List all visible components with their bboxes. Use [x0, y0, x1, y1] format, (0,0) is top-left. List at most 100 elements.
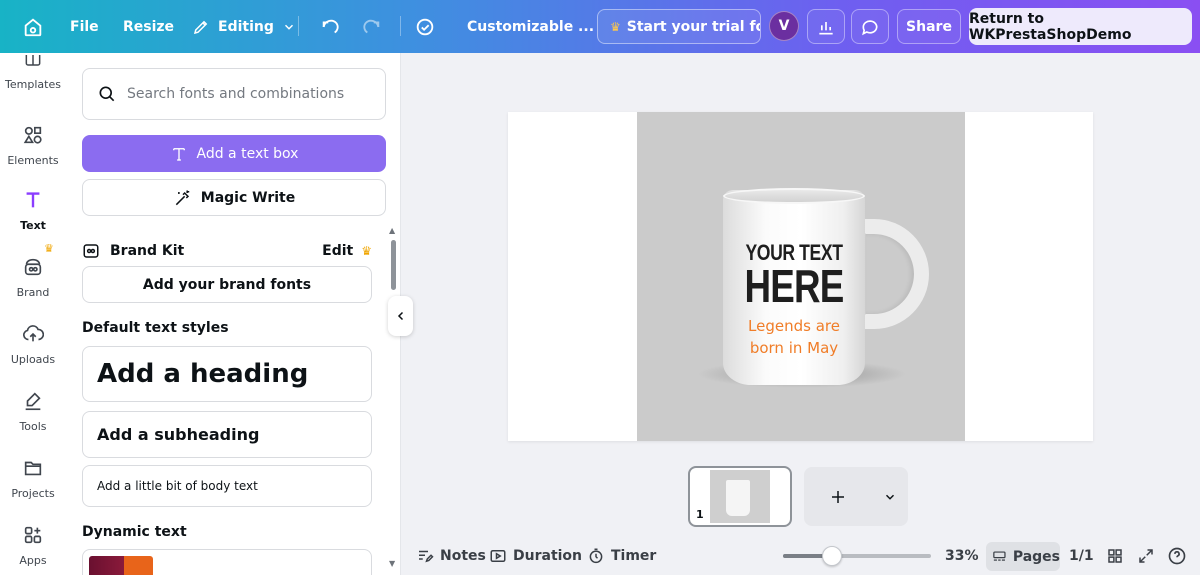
editing-label: Editing — [218, 18, 274, 35]
page-count: 1/1 — [1069, 548, 1094, 564]
zoom-slider-track[interactable] — [783, 554, 931, 558]
text-icon — [17, 184, 49, 216]
search-input[interactable] — [127, 86, 367, 102]
magic-write-label: Magic Write — [200, 189, 296, 206]
insights-button[interactable] — [807, 9, 845, 44]
pages-label: Pages — [1012, 548, 1060, 565]
notes-label: Notes — [440, 548, 486, 564]
mug-headline-line2[interactable]: HERE — [737, 260, 851, 312]
bar-chart-icon — [819, 21, 833, 34]
rail-label-elements: Elements — [7, 154, 59, 167]
rail-item-tools[interactable]: Tools — [0, 385, 66, 433]
duration-icon — [490, 550, 506, 562]
rail-label-tools: Tools — [19, 420, 47, 433]
rail-label-projects: Projects — [11, 487, 55, 500]
redo-icon — [363, 19, 380, 33]
apps-icon — [17, 519, 49, 551]
grid-icon — [1108, 549, 1122, 563]
scroll-up-arrow[interactable]: ▲ — [389, 226, 395, 235]
panel-scrollbar[interactable] — [391, 240, 396, 290]
left-nav-rail: Templates Elements Text ♛ Brand Uploads … — [0, 53, 66, 575]
upload-icon — [17, 318, 49, 350]
help-button[interactable] — [1167, 537, 1187, 575]
rail-label-text: Text — [20, 219, 46, 232]
cloud-check-icon — [416, 18, 434, 35]
duration-button[interactable]: Duration — [489, 537, 582, 575]
magic-write-button[interactable]: Magic Write — [82, 179, 386, 216]
zoom-level[interactable]: 33% — [945, 537, 979, 575]
home-button[interactable] — [22, 0, 44, 53]
dynamic-text-title: Dynamic text — [82, 524, 187, 540]
return-to-store-button[interactable]: Return to WKPrestaShopDemo — [969, 8, 1192, 45]
timer-button[interactable]: Timer — [587, 537, 656, 575]
text-icon — [172, 147, 185, 161]
add-text-box-label: Add a text box — [196, 145, 299, 162]
share-button[interactable]: Share — [897, 9, 961, 44]
template-icon — [17, 55, 49, 75]
page-thumbnail-preview — [710, 470, 770, 523]
trial-label: Start your trial fo... — [626, 18, 760, 35]
rail-item-uploads[interactable]: Uploads — [0, 318, 66, 366]
rail-item-templates[interactable]: Templates — [0, 55, 66, 91]
chevron-down-icon — [885, 494, 895, 500]
resize-button[interactable]: Resize — [123, 0, 174, 53]
home-icon — [24, 17, 42, 36]
crown-icon: ♛ — [361, 244, 372, 258]
tools-icon — [17, 385, 49, 417]
add-subheading-card[interactable]: Add a subheading — [82, 411, 372, 458]
rail-item-elements[interactable]: Elements — [0, 119, 66, 167]
add-page-options-button[interactable] — [883, 490, 897, 504]
comment-icon — [862, 19, 878, 35]
pages-button[interactable]: Pages — [986, 542, 1060, 571]
comments-button[interactable] — [851, 9, 889, 44]
grid-view-button[interactable] — [1106, 537, 1124, 575]
save-status-button[interactable] — [414, 0, 436, 53]
notes-button[interactable]: Notes — [416, 537, 486, 575]
zoom-slider-handle[interactable] — [821, 546, 842, 566]
search-icon — [99, 86, 115, 102]
body-text-label: Add a little bit of body text — [97, 479, 258, 493]
rail-label-brand: Brand — [16, 286, 50, 299]
design-title[interactable]: Customizable ... — [467, 0, 594, 53]
fullscreen-button[interactable] — [1137, 537, 1155, 575]
collapse-panel-button[interactable] — [388, 296, 413, 336]
undo-button[interactable] — [320, 0, 342, 53]
add-page-button[interactable] — [829, 488, 847, 506]
folder-icon — [17, 452, 49, 484]
mug-image[interactable]: YOUR TEXT HERE Legends are born in May — [637, 112, 965, 441]
add-brand-fonts-button[interactable]: Add your brand fonts — [82, 266, 372, 303]
editing-mode-dropdown[interactable]: Editing — [192, 0, 296, 53]
plus-icon — [832, 490, 844, 503]
brand-kit-label: Brand Kit — [110, 243, 185, 259]
timer-icon — [589, 548, 603, 564]
text-panel: Add a text box Magic Write Brand Kit Edi… — [66, 53, 401, 575]
avatar[interactable]: V — [769, 11, 799, 41]
start-trial-button[interactable]: ♛ Start your trial fo... — [597, 9, 761, 44]
mug-rim — [723, 188, 865, 204]
add-heading-card[interactable]: Add a heading — [82, 346, 372, 402]
default-text-styles-title: Default text styles — [82, 320, 229, 336]
rail-item-brand[interactable]: Brand — [0, 251, 66, 299]
subheading-label: Add a subheading — [97, 425, 260, 444]
file-menu[interactable]: File — [70, 0, 99, 53]
mug-caption[interactable]: Legends are born in May — [733, 316, 855, 359]
dynamic-text-preview — [89, 556, 153, 575]
page-thumbnail[interactable]: 1 — [688, 466, 792, 527]
duration-label: Duration — [513, 548, 583, 564]
rail-item-apps[interactable]: Apps — [0, 519, 66, 567]
rail-item-projects[interactable]: Projects — [0, 452, 66, 500]
redo-button[interactable] — [360, 0, 382, 53]
rail-label-uploads: Uploads — [10, 353, 56, 366]
top-toolbar: File Resize Editing Customizable ... ♛ S… — [0, 0, 1200, 53]
expand-icon — [1139, 549, 1153, 563]
rail-item-text[interactable]: Text — [0, 184, 66, 232]
scroll-down-arrow[interactable]: ▼ — [389, 559, 395, 568]
brand-kit-icon — [83, 244, 99, 258]
page-thumbnail-number: 1 — [696, 508, 704, 521]
add-text-box-button[interactable]: Add a text box — [82, 135, 386, 172]
brand-kit-edit-link[interactable]: Edit — [322, 243, 353, 259]
add-body-text-card[interactable]: Add a little bit of body text — [82, 465, 372, 507]
dynamic-text-card[interactable] — [82, 549, 372, 575]
font-search-box[interactable] — [82, 68, 386, 120]
help-icon — [1168, 547, 1186, 565]
